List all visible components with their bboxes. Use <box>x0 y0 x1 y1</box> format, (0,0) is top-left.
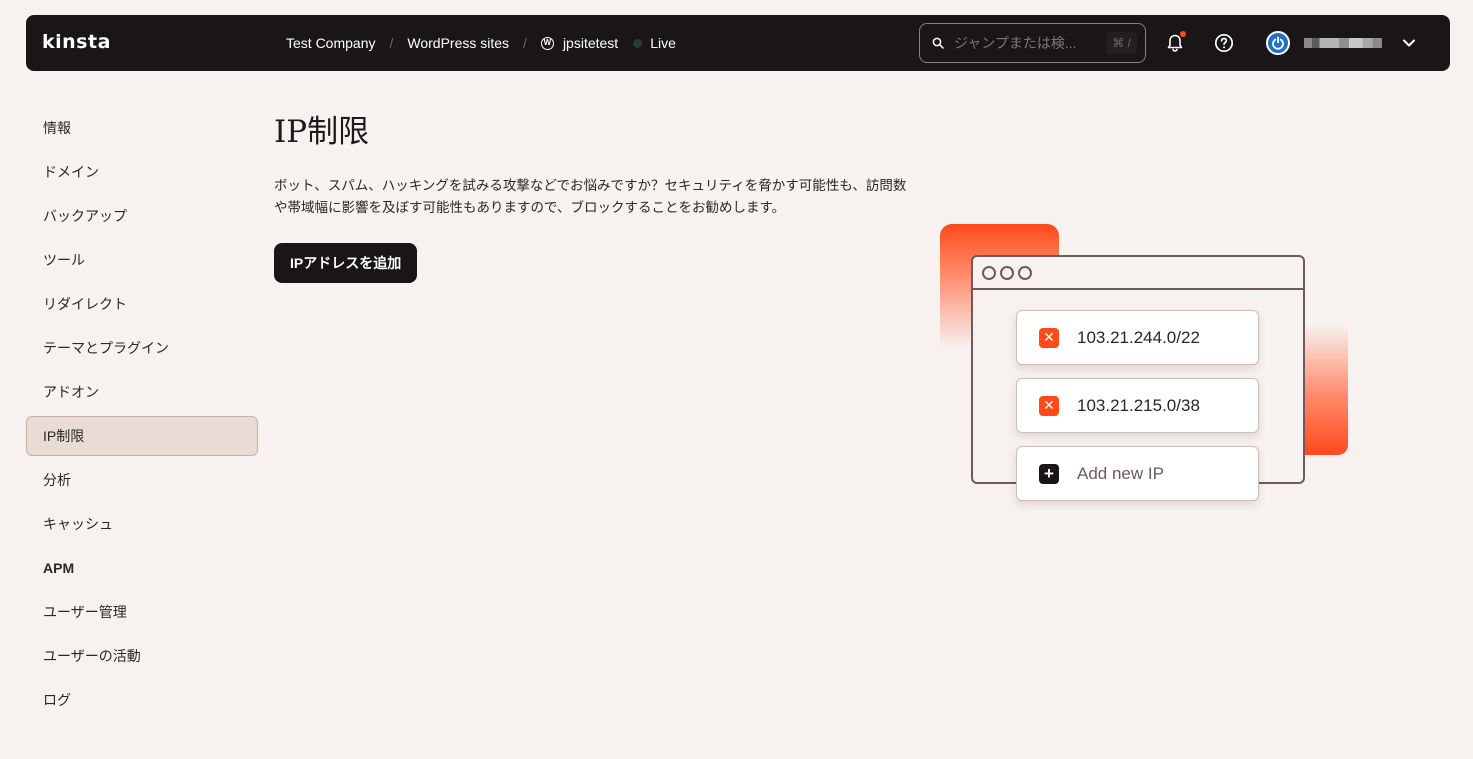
user-menu[interactable] <box>1266 29 1416 57</box>
ip-deny-illustration: ✕ 103.21.244.0/22 ✕ 103.21.215.0/38 + Ad… <box>940 224 1350 514</box>
add-new-ip-label: Add new IP <box>1077 463 1164 483</box>
blocked-ip-address: 103.21.244.0/22 <box>1077 327 1200 347</box>
help-circle-icon <box>1214 33 1234 53</box>
add-ip-address-button[interactable]: IPアドレスを追加 <box>274 243 418 283</box>
notification-badge <box>1180 31 1186 37</box>
blocked-ip-card: ✕ 103.21.244.0/22 <box>1016 310 1259 365</box>
close-icon: ✕ <box>1039 395 1059 416</box>
site-sidebar: 情報 ドメイン バックアップ ツール リダイレクト テーマとプラグイン アドオン… <box>26 108 258 724</box>
search-placeholder: ジャンプまたは検... <box>954 35 1077 51</box>
breadcrumb-site[interactable]: jpsitetest <box>563 35 618 51</box>
chevron-down-icon <box>1403 39 1415 47</box>
keyboard-shortcut-hint: ⌘ / <box>1106 32 1137 54</box>
sidebar-item-info[interactable]: 情報 <box>26 108 258 148</box>
breadcrumb-separator: / <box>389 35 394 51</box>
sidebar-item-apm[interactable]: APM <box>26 548 258 588</box>
blocked-ip-address: 103.21.215.0/38 <box>1077 395 1200 415</box>
page-title: IP制限 <box>274 114 370 150</box>
environment-label[interactable]: Live <box>650 35 676 51</box>
sidebar-item-themes-plugins[interactable]: テーマとプラグイン <box>26 328 258 368</box>
environment-status-dot <box>633 38 643 48</box>
sidebar-item-ip-deny[interactable]: IP制限 <box>26 416 258 456</box>
blocked-ip-card: ✕ 103.21.215.0/38 <box>1016 378 1259 433</box>
plus-icon: + <box>1039 463 1059 484</box>
sidebar-item-domains[interactable]: ドメイン <box>26 152 258 192</box>
sidebar-item-user-activity[interactable]: ユーザーの活動 <box>26 636 258 676</box>
close-icon: ✕ <box>1039 327 1059 348</box>
sidebar-item-user-management[interactable]: ユーザー管理 <box>26 592 258 632</box>
sidebar-item-logs[interactable]: ログ <box>26 680 258 720</box>
sidebar-item-tools[interactable]: ツール <box>26 240 258 280</box>
breadcrumb: Test Company / WordPress sites / W jpsit… <box>286 15 676 71</box>
sidebar-item-redirects[interactable]: リダイレクト <box>26 284 258 324</box>
wordpress-icon: W <box>540 36 554 50</box>
add-ip-card: + Add new IP <box>1016 446 1259 501</box>
breadcrumb-separator: / <box>523 35 527 51</box>
breadcrumb-wordpress-sites[interactable]: WordPress sites <box>407 35 509 51</box>
top-navigation-bar: kinsta Test Company / WordPress sites / … <box>26 15 1450 71</box>
user-name-redacted <box>1304 38 1382 48</box>
help-button[interactable] <box>1212 31 1236 55</box>
page-description: ボット、スパム、ハッキングを試みる攻撃などでお悩みですか？セキュリティを脅かす可… <box>274 178 907 215</box>
window-dot <box>1000 265 1014 280</box>
breadcrumb-company[interactable]: Test Company <box>286 35 375 51</box>
avatar <box>1266 31 1290 55</box>
window-dot <box>1018 265 1032 280</box>
sidebar-item-cache[interactable]: キャッシュ <box>26 504 258 544</box>
search-icon <box>932 37 944 49</box>
sidebar-item-backups[interactable]: バックアップ <box>26 196 258 236</box>
kinsta-logo[interactable]: kinsta <box>42 31 111 53</box>
sidebar-item-addons[interactable]: アドオン <box>26 372 258 412</box>
search-input[interactable]: ジャンプまたは検... ⌘ / <box>919 23 1146 63</box>
window-title-bar <box>973 257 1303 290</box>
sidebar-item-analytics[interactable]: 分析 <box>26 460 258 500</box>
notifications-button[interactable] <box>1163 31 1187 55</box>
power-icon <box>1272 36 1284 50</box>
window-dot <box>982 265 996 280</box>
